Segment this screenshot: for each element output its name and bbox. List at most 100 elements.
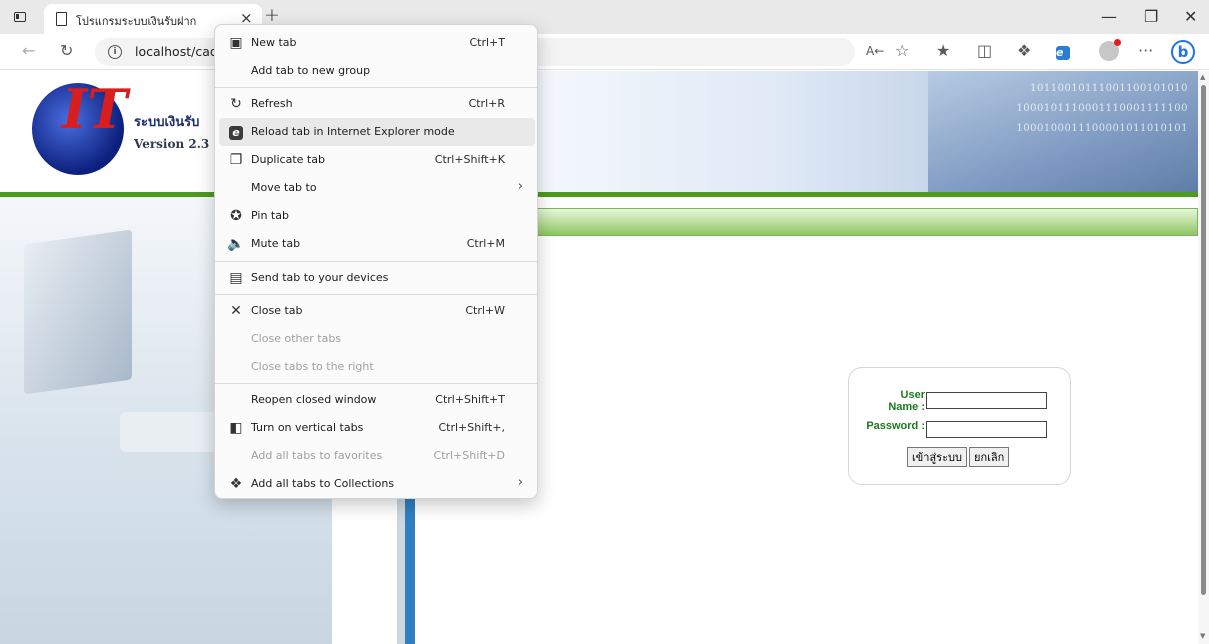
favorites-icon[interactable]: ★ — [936, 42, 950, 60]
header-image: 10110010111001100101010 1000101110001110… — [928, 71, 1198, 192]
menu-item-add-all-favorites[interactable]: Add all tabs to favorites Ctrl+Shift+D — [219, 442, 535, 470]
web-page: 10110010111001100101010 1000101110001110… — [0, 71, 1198, 644]
menu-item-label: Send tab to your devices — [251, 271, 389, 284]
ie-mode-icon[interactable]: e — [1056, 42, 1070, 60]
menu-item-vertical-tabs[interactable]: ◧ Turn on vertical tabs Ctrl+Shift+, — [219, 414, 535, 442]
scroll-down-icon[interactable]: ▼ — [1200, 632, 1205, 640]
menu-item-shortcut: Ctrl+W — [465, 304, 505, 317]
bing-icon[interactable]: b — [1171, 40, 1195, 64]
window-close-icon[interactable]: ✕ — [1184, 7, 1197, 26]
menu-separator — [215, 383, 537, 384]
binary-text: 1000100011100001011010101 — [1016, 123, 1188, 134]
menu-item-move-tab[interactable]: Move tab to › — [219, 174, 535, 202]
menu-separator — [215, 294, 537, 295]
menu-item-label: Reopen closed window — [251, 393, 377, 406]
page-icon — [56, 12, 67, 26]
menu-item-label: Reload tab in Internet Explorer mode — [251, 125, 455, 138]
tab-actions-icon[interactable] — [12, 9, 28, 25]
binary-text: 1000101110001110001111100 — [1016, 103, 1188, 114]
menu-item-shortcut: Ctrl+Shift+K — [434, 153, 505, 166]
monitor-image — [24, 229, 132, 395]
pin-icon: ✪ — [230, 208, 242, 224]
tab-strip: โปรแกรมระบบเงินรับฝาก × + — ❐ ✕ — [0, 0, 1209, 34]
logo-text: IT — [62, 77, 128, 141]
menu-item-reopen-window[interactable]: Reopen closed window Ctrl+Shift+T — [219, 386, 535, 414]
add-favorite-icon[interactable]: ☆ — [895, 42, 909, 60]
menu-item-shortcut: Ctrl+Shift+D — [433, 449, 505, 462]
menu-item-label: Close tab — [251, 304, 303, 317]
cancel-button[interactable]: ยกเลิก — [969, 447, 1010, 467]
toolbar: ← ↻ i localhost/cad_ A← ☆ ★ ◫ ❖ e ··· — [0, 34, 1209, 70]
menu-item-label: Refresh — [251, 97, 293, 110]
back-icon[interactable]: ← — [22, 42, 35, 60]
menu-item-add-to-group[interactable]: Add tab to new group — [219, 57, 535, 85]
new-tab-icon: ▣ — [229, 35, 243, 51]
chevron-right-icon: › — [517, 475, 523, 490]
profile-avatar[interactable] — [1099, 39, 1121, 61]
collections-icon[interactable]: ❖ — [1017, 42, 1031, 60]
menu-item-mute-tab[interactable]: 🔈 Mute tab Ctrl+M — [219, 230, 535, 258]
mute-icon: 🔈 — [227, 236, 245, 252]
refresh-icon[interactable]: ↻ — [60, 42, 73, 60]
menu-item-shortcut: Ctrl+Shift+, — [438, 421, 505, 434]
menu-item-label: Add all tabs to Collections — [251, 477, 395, 490]
menu-separator — [215, 87, 537, 88]
menu-item-label: Add tab to new group — [251, 64, 371, 77]
menu-item-pin-tab[interactable]: ✪ Pin tab — [219, 202, 535, 230]
menu-item-shortcut: Ctrl+R — [468, 97, 505, 110]
page-scrollbar[interactable]: ▲ ▼ — [1198, 71, 1209, 644]
devices-icon: ▤ — [229, 270, 243, 286]
url-text: localhost/cad_ — [135, 44, 225, 59]
menu-item-close-tabs-right[interactable]: Close tabs to the right — [219, 353, 535, 381]
scroll-up-icon[interactable]: ▲ — [1200, 73, 1205, 81]
menu-item-duplicate-tab[interactable]: ❐ Duplicate tab Ctrl+Shift+K — [219, 146, 535, 174]
user-name-label: User Name : — [888, 389, 925, 413]
menu-separator — [215, 261, 537, 262]
menu-item-close-tab[interactable]: ✕ Close tab Ctrl+W — [219, 297, 535, 325]
refresh-icon: ↻ — [230, 96, 242, 112]
info-icon[interactable]: i — [108, 45, 122, 59]
menu-item-label: Mute tab — [251, 237, 301, 250]
split-screen-icon[interactable]: ◫ — [977, 42, 992, 60]
brand-title: ระบบเงินรับ — [134, 115, 200, 130]
restore-icon[interactable]: ❐ — [1144, 7, 1158, 26]
menu-item-new-tab[interactable]: ▣ New tab Ctrl+T — [219, 29, 535, 57]
menu-item-label: Add all tabs to favorites — [251, 449, 383, 462]
new-tab-button[interactable]: + — [264, 4, 280, 26]
version-label: Version 2.3 — [134, 137, 210, 151]
menu-item-label: Move tab to — [251, 181, 317, 194]
login-box: User Name : Password : เข้าสู่ระบบ ยกเลิ… — [848, 367, 1071, 485]
page-header: 10110010111001100101010 1000101110001110… — [0, 71, 1198, 192]
read-aloud-icon[interactable]: A← — [866, 42, 884, 60]
user-name-input[interactable] — [926, 392, 1047, 409]
duplicate-icon: ❐ — [229, 152, 243, 168]
menu-item-label: Close other tabs — [251, 332, 342, 345]
menu-item-send-tab[interactable]: ▤ Send tab to your devices — [219, 264, 535, 292]
logo: IT — [32, 77, 130, 175]
menu-item-shortcut: Ctrl+M — [466, 237, 505, 250]
menu-item-label: Duplicate tab — [251, 153, 325, 166]
scrollbar-thumb[interactable] — [1201, 85, 1206, 595]
menu-item-reload-ie-mode[interactable]: e Reload tab in Internet Explorer mode — [219, 118, 535, 146]
menu-item-add-all-collections[interactable]: ❖ Add all tabs to Collections › — [219, 470, 535, 498]
menu-item-label: New tab — [251, 36, 297, 49]
chevron-right-icon: › — [517, 179, 523, 194]
password-input[interactable] — [926, 421, 1047, 438]
menu-item-label: Pin tab — [251, 209, 289, 222]
menu-item-close-other-tabs[interactable]: Close other tabs — [219, 325, 535, 353]
binary-text: 10110010111001100101010 — [1030, 83, 1188, 94]
password-label: Password : — [866, 420, 925, 432]
more-icon[interactable]: ··· — [1138, 42, 1153, 60]
login-button[interactable]: เข้าสู่ระบบ — [907, 447, 967, 467]
menu-item-label: Turn on vertical tabs — [251, 421, 364, 434]
ie-mode-icon: e — [227, 123, 245, 141]
close-icon: ✕ — [230, 303, 242, 319]
tab-context-menu: ▣ New tab Ctrl+T Add tab to new group ↻ … — [214, 24, 538, 499]
menu-item-refresh[interactable]: ↻ Refresh Ctrl+R — [219, 90, 535, 118]
menu-item-label: Close tabs to the right — [251, 360, 374, 373]
menu-item-shortcut: Ctrl+Shift+T — [435, 393, 505, 406]
minimize-icon[interactable]: — — [1101, 7, 1117, 26]
browser-window: โปรแกรมระบบเงินรับฝาก × + — ❐ ✕ ← ↻ i lo… — [0, 0, 1209, 644]
menu-item-shortcut: Ctrl+T — [469, 36, 505, 49]
vertical-tabs-icon: ◧ — [229, 420, 243, 436]
